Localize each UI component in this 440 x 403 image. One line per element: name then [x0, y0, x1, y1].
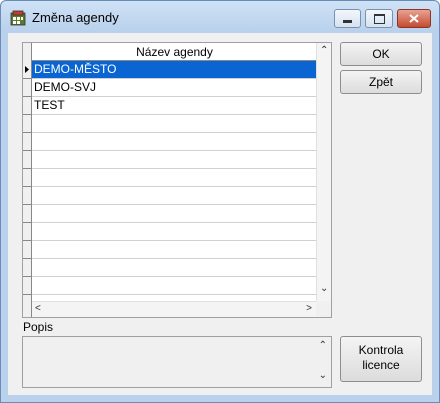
row-indicator[interactable] [23, 169, 32, 187]
description-field[interactable]: ⌃ ⌄ [22, 336, 332, 388]
back-button[interactable]: Zpět [340, 70, 422, 94]
ok-button[interactable]: OK [340, 42, 422, 66]
row-indicator[interactable] [23, 259, 32, 277]
row-indicator[interactable] [23, 277, 32, 295]
description-label: Popis [23, 320, 54, 334]
scroll-right-icon[interactable]: > [306, 303, 312, 314]
table-row[interactable]: DEMO-MĚSTO [32, 61, 317, 79]
agenda-name-cell: DEMO-SVJ [34, 80, 97, 94]
row-indicator[interactable] [23, 223, 32, 241]
scroll-left-icon[interactable]: < [35, 303, 41, 314]
row-indicator[interactable] [23, 241, 32, 259]
row-indicator[interactable] [23, 133, 32, 151]
dialog-window: Změna agendy Název agendy DEMO-MĚSTO DEMO… [0, 0, 440, 403]
table-row[interactable] [32, 259, 317, 277]
title-bar[interactable]: Změna agendy [1, 1, 439, 33]
table-row[interactable] [32, 133, 317, 151]
column-header-agenda-name[interactable]: Název agendy [32, 43, 317, 61]
table-row[interactable] [32, 115, 317, 133]
agenda-name-cell: DEMO-MĚSTO [34, 62, 117, 76]
license-button-line2: licence [362, 358, 400, 372]
table-row[interactable]: TEST [32, 97, 317, 115]
scroll-up-icon[interactable]: ⌃ [320, 45, 328, 56]
row-indicator[interactable] [23, 205, 32, 223]
agenda-name-cell: TEST [34, 98, 65, 112]
scrollbar-corner [316, 301, 331, 317]
scroll-down-icon[interactable]: ⌄ [320, 283, 328, 294]
table-row[interactable] [32, 205, 317, 223]
minimize-button[interactable] [334, 9, 361, 28]
license-check-button[interactable]: Kontrola licence [340, 336, 422, 382]
close-icon [409, 14, 419, 23]
window-title: Změna agendy [32, 10, 119, 25]
row-indicator[interactable] [23, 187, 32, 205]
horizontal-scrollbar[interactable]: < > [32, 301, 317, 317]
description-scroll-down-icon[interactable]: ⌄ [319, 370, 327, 381]
table-row[interactable] [32, 223, 317, 241]
current-row-pointer-icon [25, 66, 29, 73]
table-row[interactable] [32, 277, 317, 295]
vertical-scrollbar[interactable]: ⌃ ⌄ [316, 43, 331, 301]
row-indicator[interactable] [23, 151, 32, 169]
row-indicator[interactable] [23, 97, 32, 115]
minimize-icon [343, 20, 352, 23]
table-row[interactable]: DEMO-SVJ [32, 79, 317, 97]
table-row[interactable] [32, 187, 317, 205]
license-button-line1: Kontrola [358, 343, 404, 357]
table-row[interactable] [32, 169, 317, 187]
agenda-grid[interactable]: Název agendy DEMO-MĚSTO DEMO-SVJ TEST ⌃ ⌄ … [22, 42, 332, 318]
row-indicator[interactable] [23, 79, 32, 97]
maximize-icon [373, 13, 385, 24]
app-icon [10, 10, 26, 26]
description-scroll-up-icon[interactable]: ⌃ [319, 340, 327, 351]
row-indicator[interactable] [23, 61, 32, 79]
table-row[interactable] [32, 241, 317, 259]
table-row[interactable] [32, 151, 317, 169]
maximize-button[interactable] [365, 9, 393, 28]
dialog-body: Název agendy DEMO-MĚSTO DEMO-SVJ TEST ⌃ ⌄ … [8, 33, 432, 395]
close-button[interactable] [397, 9, 431, 28]
grid-rows: DEMO-MĚSTO DEMO-SVJ TEST [32, 61, 317, 295]
row-indicator[interactable] [23, 115, 32, 133]
